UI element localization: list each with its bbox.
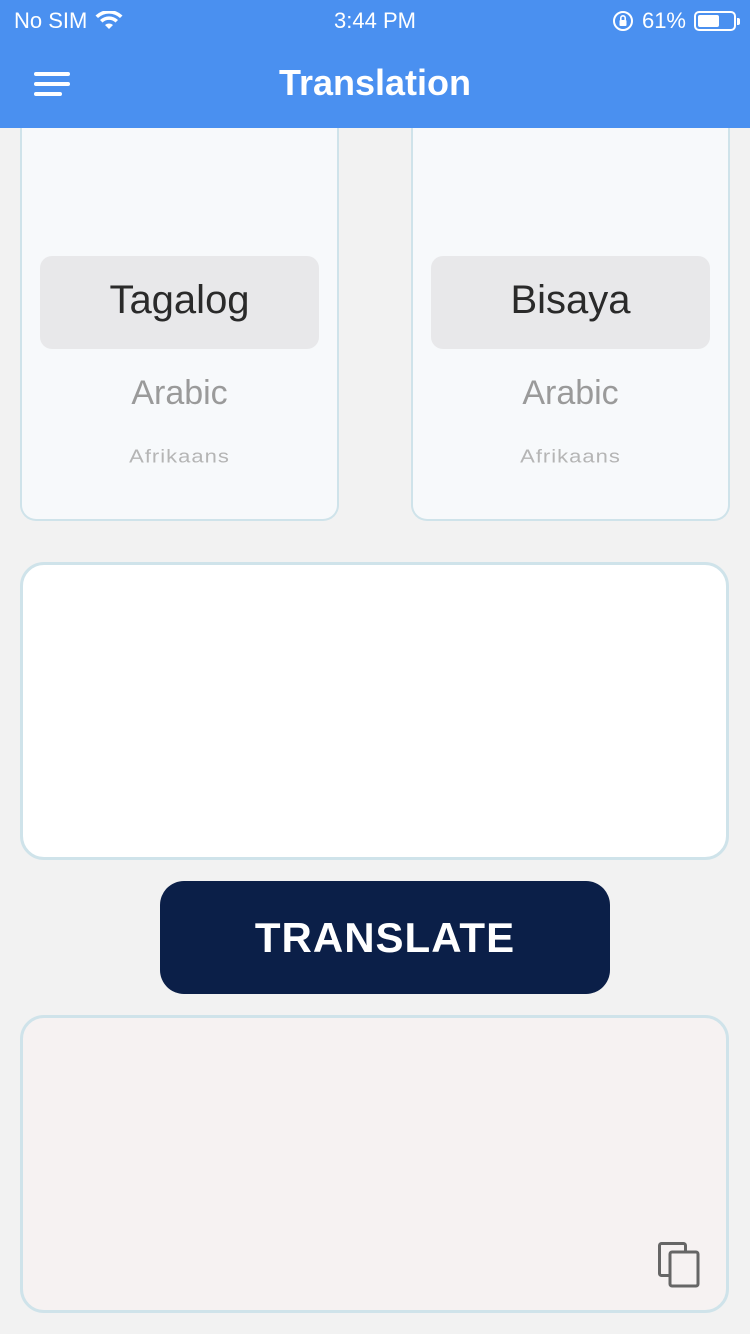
picker-option[interactable]: Afrikaans [413, 446, 728, 467]
rotation-lock-icon [612, 11, 633, 31]
copy-icon[interactable] [658, 1242, 700, 1288]
battery-icon [694, 11, 740, 31]
picker-option[interactable]: Afrikaans [22, 446, 337, 467]
target-language-picker[interactable]: Bisaya Arabic Afrikaans [411, 128, 730, 521]
picker-option[interactable]: Arabic [22, 374, 337, 413]
status-right-group: 61% [612, 8, 740, 34]
source-language-picker[interactable]: Tagalog Arabic Afrikaans [20, 128, 339, 521]
picker-option[interactable]: Arabic [413, 374, 728, 413]
translation-output [20, 1015, 729, 1313]
page-title: Translation [278, 62, 472, 103]
status-bar: No SIM 3:44 PM 61% [0, 0, 750, 42]
source-text-input[interactable] [20, 562, 729, 860]
picker-option-selected[interactable]: Bisaya [413, 278, 728, 323]
battery-percent: 61% [641, 8, 686, 33]
translate-button[interactable]: TRANSLATE [160, 881, 610, 994]
battery-fill [698, 15, 719, 27]
top-bar: No SIM 3:44 PM 61% Translation [0, 0, 750, 128]
picker-option-selected[interactable]: Tagalog [22, 278, 337, 323]
